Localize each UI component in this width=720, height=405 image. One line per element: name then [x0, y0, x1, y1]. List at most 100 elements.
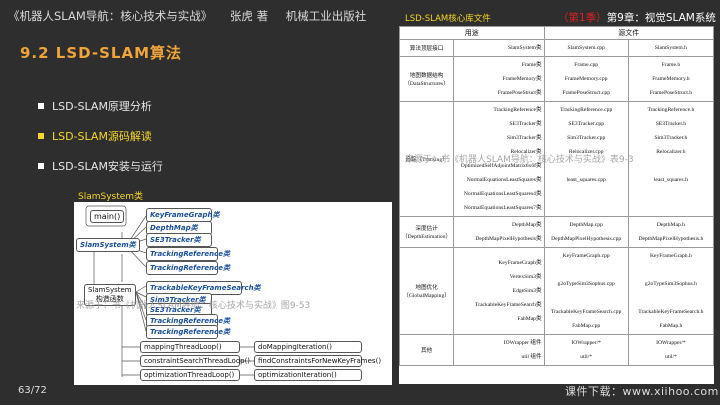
cell-line: Relocalizer.h — [656, 149, 686, 155]
cell-line — [547, 159, 626, 173]
cell-line: TrackingReference.h — [647, 107, 695, 113]
cell-line: KeyFrameGraph类 — [498, 260, 542, 266]
class-box: KeyFrameGraph类 — [146, 208, 220, 222]
cell-line: IOWrapper 组件 — [503, 340, 542, 346]
cell-line — [547, 263, 626, 277]
category-cell: 地图优化（GlobalMapping） — [399, 247, 455, 335]
bullet-item[interactable]: LSD-SLAM原理分析 — [38, 98, 163, 114]
author: 张虎 著 — [229, 9, 269, 23]
cell-line — [631, 187, 711, 201]
cell-line: TrackableKeyFrameSearch类 — [474, 302, 542, 308]
cell-line: Sim3Tracker.h — [654, 135, 688, 141]
cell-line: IOWrapper/* — [571, 340, 601, 346]
header-file-cell: DepthMap.h DepthMapPixelHypothesis.h — [627, 216, 714, 248]
table-row: 地图数据结构（DataStructures） Frame类 FrameMemory类… — [399, 56, 714, 102]
header-file-cell: SlamSystem.h — [627, 39, 714, 57]
cpp-file-cell: Frame.cpp FrameMemory.cpp FramePoseStruct.… — [543, 56, 629, 102]
class-cell: IOWrapper 组件 util 组件 — [453, 334, 545, 366]
table-row: 追踪（Tracking） TrackingReference类 SE3Tracker… — [399, 101, 714, 217]
header: 《机器人SLAM导航：核心技术与实战》 张虎 著 机械工业出版社 — [8, 8, 380, 24]
cpp-file-cell: KeyFrameGraph.cpp g2oTypeSim3Sophus.cpp Tr… — [543, 247, 629, 335]
cell-line — [547, 291, 626, 305]
cell-line: KeyFrameGraph.cpp — [562, 253, 610, 259]
slamsystem-class-label: SlamSystem类 — [76, 238, 140, 252]
cell-line: util 组件 — [521, 354, 542, 360]
cell-line: FabMap.cpp — [572, 323, 601, 329]
column-header-use: 用途 — [399, 26, 545, 40]
cell-line: TrackingReference.cpp — [560, 107, 613, 113]
table-row: 地图优化（GlobalMapping） KeyFrameGraph类 VertexS… — [399, 247, 714, 335]
header-file-cell: Frame.h FrameMemory.h FramePoseStruct.h — [627, 56, 714, 102]
bullet-list: LSD-SLAM原理分析 LSD-SLAM源码解读 LSD-SLAM安装与运行 — [38, 98, 163, 188]
class-cell: KeyFrameGraph类 VertexSim3类 EdgeSim3类 Tracka… — [453, 247, 545, 335]
cell-line: SE3Tracker类 — [509, 121, 542, 127]
cell-line — [547, 201, 626, 215]
bullet-item-active[interactable]: LSD-SLAM源码解读 — [38, 128, 163, 144]
column-header-source: 源文件 — [543, 26, 714, 40]
cell-line: NormalEquationsLeastSquares4类 — [463, 191, 542, 197]
thread-box: constraintSearchThreadLoop() — [140, 355, 250, 367]
bullet-icon — [38, 103, 44, 109]
slamsystem-constructor-box: SlamSystem 构造函数 — [84, 284, 136, 306]
cell-line: Frame.h — [661, 62, 681, 68]
class-box: TrackingReference类 — [146, 325, 230, 339]
cell-line: SlamSystem.h — [654, 45, 687, 51]
table-row: 算法顶层接口 SlamSystem类 SlamSystem.cpp SlamSyste… — [399, 39, 714, 57]
cell-line — [631, 263, 711, 277]
cell-line: EdgeSim3类 — [512, 288, 542, 294]
cell-line: Frame类 — [521, 62, 542, 68]
chapter-title: （第1季）第9章：视觉SLAM系统 — [558, 12, 716, 24]
class-cell: DepthMap类 DepthMapPixelHypothesis类 — [453, 216, 545, 248]
page-number: 63/72 — [18, 385, 47, 396]
class-box: SE3Tracker类 — [146, 233, 212, 247]
cell-line — [547, 187, 626, 201]
cell-line: OptimizedSelfAdjointMatrix6x6f类 — [460, 163, 542, 169]
header-file-cell: IOWrapper/* util/* — [627, 334, 714, 366]
thread-target-box: findConstraintsForNewKeyFrames() — [254, 355, 381, 367]
class-box: TrackingReference类 — [146, 261, 230, 275]
cell-line: Relocalizer.cpp — [568, 149, 604, 155]
category-cell: 追踪（Tracking） — [399, 101, 455, 217]
bullet-icon — [38, 133, 44, 139]
cell-line: FramePoseStruct.cpp — [562, 90, 611, 96]
slamsystem-diagram: main() SlamSystem类 SlamSystem 构造函数 KeyFr… — [74, 202, 392, 385]
cell-line: DepthMapPixelHypothesis类 — [475, 236, 542, 242]
table-row: 其他 IOWrapper 组件 util 组件 IOWrapper/* util/* IO… — [399, 334, 714, 366]
bullet-item[interactable]: LSD-SLAM安装与运行 — [38, 158, 163, 174]
cell-line: DepthMapPixelHypothesis.cpp — [551, 236, 622, 242]
cell-line: SE3Tracker.cpp — [568, 121, 605, 127]
footer-link[interactable]: 课件下载：www.xiihoo.com — [565, 383, 719, 399]
cell-line: FrameMemory.cpp — [564, 76, 608, 82]
class-cell: SlamSystem类 — [453, 39, 545, 57]
cell-line — [631, 201, 711, 215]
class-cell: TrackingReference类 SE3Tracker类 Sim3Tracker… — [453, 101, 545, 217]
cell-line: TrackableKeyFrameSearch.h — [638, 309, 704, 315]
cell-line: TrackableKeyFrameSearch.cpp — [550, 309, 622, 315]
header-file-cell: KeyFrameGraph.h g2oTypeSim3Sophus.h Tracka… — [627, 247, 714, 335]
cell-line: DepthMapPixelHypothesis.h — [638, 236, 704, 242]
cpp-file-cell: DepthMap.cpp DepthMapPixelHypothesis.cpp — [543, 216, 629, 248]
table-row: 深度估计（DepthEstimation） DepthMap类 DepthMapPi… — [399, 216, 714, 248]
bullet-icon — [38, 163, 44, 169]
thread-target-box: doMappingIteration() — [254, 341, 362, 353]
publisher: 机械工业出版社 — [285, 9, 367, 23]
cell-line: Sim3Tracker类 — [506, 135, 542, 141]
cell-line: least_squares.h — [653, 177, 688, 183]
cpp-file-cell: SlamSystem.cpp — [543, 39, 629, 57]
header-file-cell: TrackingReference.h SE3Tracker.h Sim3Track… — [627, 101, 714, 217]
cell-line: IOWrapper/* — [656, 340, 686, 346]
cell-line: TrackingReference类 — [493, 107, 542, 113]
cpp-file-cell: IOWrapper/* util/* — [543, 334, 629, 366]
cell-line: g2oTypeSim3Sophus.cpp — [557, 281, 615, 287]
class-box: TrackingReference类 — [146, 247, 230, 261]
cell-line: util/* — [580, 354, 593, 360]
cell-line: FabMap类 — [517, 316, 542, 322]
cell-line: FramePoseStruct类 — [497, 90, 542, 96]
cell-line: FrameMemory.h — [652, 76, 690, 82]
cell-line: NormalEquationsLeastSquares类 — [466, 177, 542, 183]
thread-target-box: optimizationIteration() — [254, 369, 362, 381]
category-cell: 地图数据结构（DataStructures） — [399, 56, 455, 102]
category-cell: 其他 — [399, 334, 455, 366]
cell-line: util/* — [664, 354, 677, 360]
cell-line: SlamSystem.cpp — [567, 45, 605, 51]
